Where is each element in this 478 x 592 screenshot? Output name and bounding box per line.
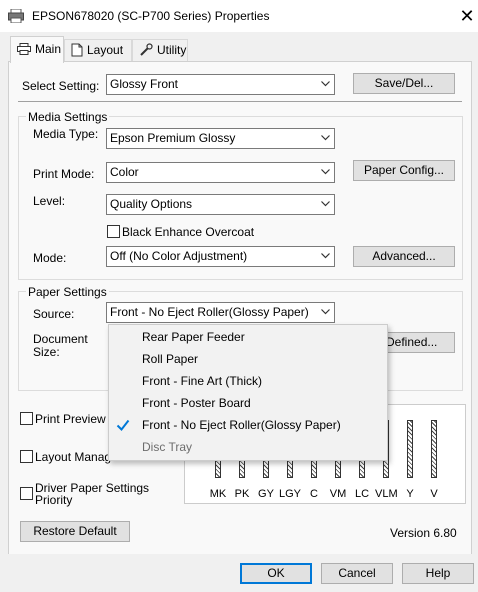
ink-label: GY	[258, 488, 274, 500]
paper-config-button[interactable]: Paper Config...	[353, 160, 455, 181]
tab-layout-label: Layout	[87, 43, 124, 57]
print-mode-value: Color	[110, 165, 139, 179]
chevron-down-icon	[321, 201, 330, 207]
dropdown-item-label: Front - Fine Art (Thick)	[142, 374, 263, 388]
dropdown-item-front-no-eject-roller[interactable]: Front - No Eject Roller(Glossy Paper)	[109, 414, 387, 436]
cancel-button[interactable]: Cancel	[321, 563, 393, 584]
tab-main-label: Main	[35, 42, 62, 56]
ink-label: V	[430, 488, 438, 500]
divider	[18, 101, 462, 102]
print-mode-combo[interactable]: Color	[106, 162, 335, 183]
save-del-button[interactable]: Save/Del...	[353, 73, 455, 94]
advanced-button[interactable]: Advanced...	[353, 246, 455, 267]
ink-label: PK	[234, 488, 250, 500]
dropdown-item-label: Front - No Eject Roller(Glossy Paper)	[142, 418, 341, 432]
dropdown-item-front-poster-board[interactable]: Front - Poster Board	[109, 392, 387, 414]
checkmark-icon	[116, 419, 130, 432]
dropdown-item-label: Roll Paper	[142, 352, 199, 366]
media-type-combo[interactable]: Epson Premium Glossy	[106, 128, 335, 149]
dropdown-item-label: Front - Poster Board	[142, 396, 251, 410]
level-label: Level:	[33, 194, 66, 208]
ink-label: LGY	[279, 488, 302, 500]
select-setting-combo[interactable]: Glossy Front	[106, 74, 335, 95]
printer-app-icon	[8, 9, 24, 23]
paper-settings-title: Paper Settings	[26, 285, 109, 299]
select-setting-value: Glossy Front	[110, 77, 179, 91]
select-setting-label: Select Setting:	[22, 79, 100, 93]
driver-paper-settings-checkbox[interactable]	[20, 487, 33, 500]
ink-bar-y	[407, 420, 413, 478]
dropdown-item-label: Rear Paper Feeder	[142, 330, 245, 344]
level-combo[interactable]: Quality Options	[106, 194, 335, 215]
print-preview-checkbox[interactable]	[20, 412, 33, 425]
document-size-label-line1: Document	[33, 332, 88, 346]
page-icon	[71, 43, 83, 57]
title-bar: EPSON678020 (SC-P700 Series) Properties …	[0, 0, 478, 32]
level-value: Quality Options	[110, 197, 193, 211]
dropdown-item-label: Disc Tray	[142, 440, 193, 454]
black-enhance-label: Black Enhance Overcoat	[122, 225, 255, 239]
source-value: Front - No Eject Roller(Glossy Paper)	[110, 305, 309, 319]
ok-button[interactable]: OK	[240, 563, 312, 584]
close-icon[interactable]: ✕	[456, 5, 478, 27]
source-label: Source:	[33, 307, 75, 321]
chevron-down-icon	[321, 253, 330, 259]
ink-label: VM	[329, 488, 347, 500]
print-mode-label: Print Mode:	[33, 167, 95, 181]
layout-manager-label: Layout Manage	[35, 450, 118, 464]
mode-value: Off (No Color Adjustment)	[110, 249, 248, 263]
chevron-down-icon	[321, 135, 330, 141]
media-settings-title: Media Settings	[26, 110, 110, 124]
dropdown-item-disc-tray: Disc Tray	[109, 436, 387, 458]
media-type-value: Epson Premium Glossy	[110, 131, 236, 145]
mode-label: Mode:	[33, 251, 67, 265]
help-button[interactable]: Help	[402, 563, 474, 584]
document-size-label-line2: Size:	[33, 345, 60, 359]
layout-manager-checkbox[interactable]	[20, 450, 33, 463]
driver-paper-settings-label-line2: Priority	[35, 493, 73, 507]
window-title: EPSON678020 (SC-P700 Series) Properties	[32, 9, 270, 23]
chevron-down-icon	[321, 309, 330, 315]
tab-utility[interactable]: Utility	[132, 39, 188, 62]
media-type-label: Media Type:	[33, 127, 99, 141]
ink-bar-v	[431, 420, 437, 478]
tab-utility-label: Utility	[157, 43, 187, 57]
print-preview-label: Print Preview	[35, 412, 106, 426]
chevron-down-icon	[321, 169, 330, 175]
printer-icon	[17, 43, 31, 55]
version-text: Version 6.80	[390, 526, 457, 540]
source-dropdown-list: Rear Paper Feeder Roll Paper Front - Fin…	[108, 324, 388, 461]
dropdown-item-front-fine-art[interactable]: Front - Fine Art (Thick)	[109, 370, 387, 392]
source-combo[interactable]: Front - No Eject Roller(Glossy Paper)	[106, 302, 335, 323]
ink-label: C	[310, 488, 318, 500]
tab-layout[interactable]: Layout	[64, 39, 132, 62]
mode-combo[interactable]: Off (No Color Adjustment)	[106, 246, 335, 267]
dropdown-item-roll-paper[interactable]: Roll Paper	[109, 348, 387, 370]
tab-main[interactable]: Main	[10, 36, 64, 63]
ink-label: VLM	[375, 488, 398, 500]
ink-label: MK	[209, 488, 227, 500]
wrench-icon	[140, 43, 153, 56]
black-enhance-checkbox[interactable]	[107, 225, 120, 238]
chevron-down-icon	[321, 81, 330, 87]
restore-default-button[interactable]: Restore Default	[20, 521, 130, 542]
dropdown-item-rear-paper-feeder[interactable]: Rear Paper Feeder	[109, 326, 387, 348]
ink-label: Y	[406, 488, 414, 500]
ink-label: LC	[354, 488, 370, 500]
